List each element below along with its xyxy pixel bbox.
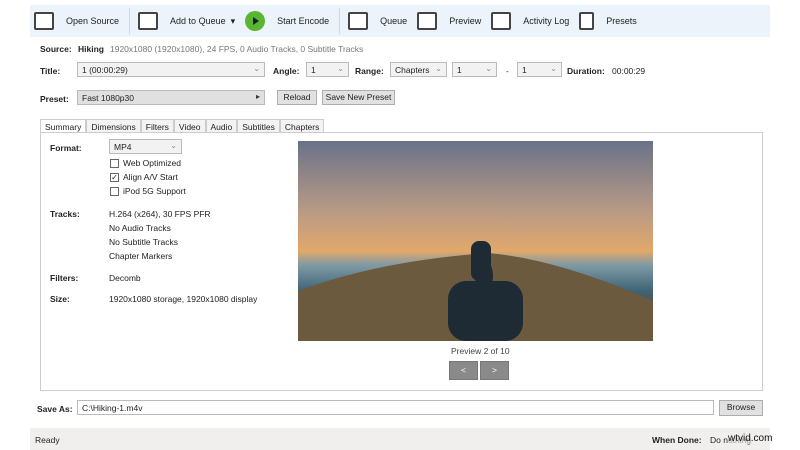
save-as-label: Save As: xyxy=(37,404,73,414)
filters-label: Filters: xyxy=(50,273,79,283)
track-item: No Subtitle Tracks xyxy=(109,237,178,247)
landscape-image xyxy=(298,241,653,341)
tab-filters[interactable]: Filters xyxy=(140,119,174,132)
format-dropdown[interactable]: MP4 ⌄ xyxy=(109,139,182,154)
preview-icon xyxy=(417,12,438,30)
tracks-label: Tracks: xyxy=(50,209,80,219)
range-type-dropdown[interactable]: Chapters ⌄ xyxy=(390,62,447,77)
angle-label: Angle: xyxy=(273,66,300,76)
reload-button[interactable]: Reload xyxy=(277,90,317,105)
duration-label: Duration: xyxy=(567,66,605,76)
align-av-checkbox[interactable]: ✓ xyxy=(110,173,119,182)
size-value: 1920x1080 storage, 1920x1080 display xyxy=(109,294,258,304)
presets-icon xyxy=(579,12,595,30)
preview-caption: Preview 2 of 10 xyxy=(451,346,510,356)
tab-subtitles[interactable]: Subtitles xyxy=(237,119,280,132)
toolbar: Open Source Add to Queue ▾ Start Encode Q… xyxy=(30,5,770,37)
clapperboard-icon xyxy=(34,12,54,30)
range-start-dropdown[interactable]: 1 ⌄ xyxy=(452,62,497,77)
tab-bar: Summary Dimensions Filters Video Audio S… xyxy=(40,119,325,133)
tab-chapters[interactable]: Chapters xyxy=(279,119,325,132)
status-text: Ready xyxy=(35,435,60,445)
start-encode-button[interactable]: Start Encode xyxy=(245,11,329,31)
track-item: H.264 (x264), 30 FPS PFR xyxy=(109,209,211,219)
source-name: Hiking xyxy=(78,44,104,54)
add-to-queue-button[interactable]: Add to Queue ▾ xyxy=(138,12,235,30)
angle-dropdown[interactable]: 1 ⌄ xyxy=(306,62,349,77)
align-av-label: Align A/V Start xyxy=(123,172,178,182)
browse-button[interactable]: Browse xyxy=(719,400,763,416)
source-info: 1920x1080 (1920x1080), 24 FPS, 0 Audio T… xyxy=(110,44,364,54)
track-item: Chapter Markers xyxy=(109,251,173,261)
open-source-button[interactable]: Open Source xyxy=(34,12,119,30)
preset-label: Preset: xyxy=(40,94,69,104)
tab-audio[interactable]: Audio xyxy=(205,119,238,132)
play-icon xyxy=(245,11,266,31)
ipod-label: iPod 5G Support xyxy=(123,186,186,196)
duration-value: 00:00:29 xyxy=(612,66,646,76)
chevron-down-icon: ▾ xyxy=(230,15,236,26)
preview-image xyxy=(298,141,653,341)
range-end-dropdown[interactable]: 1 ⌄ xyxy=(517,62,562,77)
when-done-label: When Done: xyxy=(652,435,702,445)
add-queue-icon xyxy=(138,12,159,30)
ipod-checkbox[interactable] xyxy=(110,187,119,196)
previous-preview-button[interactable]: < xyxy=(449,361,478,380)
source-label: Source: xyxy=(40,44,72,54)
queue-icon xyxy=(348,12,369,30)
filters-value: Decomb xyxy=(109,273,141,283)
size-label: Size: xyxy=(50,294,70,304)
web-optimized-checkbox[interactable] xyxy=(110,159,119,168)
range-label: Range: xyxy=(355,66,384,76)
preview-button[interactable]: Preview xyxy=(417,12,481,30)
tab-dimensions[interactable]: Dimensions xyxy=(86,119,141,132)
tab-video[interactable]: Video xyxy=(173,119,206,132)
tab-summary[interactable]: Summary xyxy=(40,119,87,133)
queue-button[interactable]: Queue xyxy=(348,12,407,30)
format-label: Format: xyxy=(50,143,82,153)
save-new-preset-button[interactable]: Save New Preset xyxy=(322,90,395,105)
preset-selector[interactable]: Fast 1080p30 ▸ xyxy=(77,90,265,105)
track-item: No Audio Tracks xyxy=(109,223,171,233)
title-label: Title: xyxy=(40,66,61,76)
range-dash: - xyxy=(506,66,509,76)
title-dropdown[interactable]: 1 (00:00:29) ⌄ xyxy=(77,62,265,77)
status-bar: Ready When Done: Do nothing wtvid.com xyxy=(30,428,773,450)
activity-log-icon xyxy=(491,12,512,30)
activity-log-button[interactable]: Activity Log xyxy=(491,12,569,30)
next-preview-button[interactable]: > xyxy=(480,361,509,380)
web-optimized-label: Web Optimized xyxy=(123,158,181,168)
save-as-input[interactable]: C:\Hiking-1.m4v xyxy=(77,400,714,415)
watermark: wtvid.com xyxy=(728,433,773,444)
presets-button[interactable]: Presets xyxy=(579,12,637,30)
